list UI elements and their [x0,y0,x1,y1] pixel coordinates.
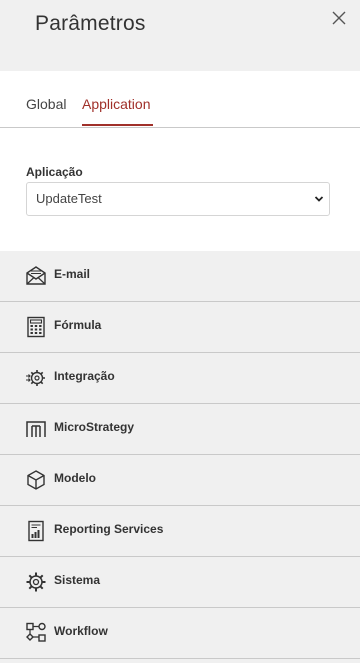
microstrategy-icon [26,421,46,437]
integration-gear-icon [26,370,45,386]
menu-item-email[interactable]: E-mail [0,251,360,302]
calculator-icon [27,316,45,338]
menu-item-microstrategy[interactable]: MicroStrategy [0,404,360,455]
menu-item-label: Sistema [54,573,101,587]
menu-item-formula[interactable]: Fórmula [0,302,360,353]
page-title: Parâmetros [35,12,146,35]
gear-icon [26,572,46,592]
application-select[interactable]: UpdateTest [26,182,330,216]
menu-item-system[interactable]: Sistema [0,557,360,608]
workflow-icon [26,622,46,642]
menu-item-label: Fórmula [54,318,102,332]
tab-application[interactable]: Application [82,96,151,112]
tab-global[interactable]: Global [26,96,66,112]
close-icon[interactable] [330,9,348,27]
report-icon [28,520,44,542]
menu-item-label: Modelo [54,471,96,485]
menu-item-workflow[interactable]: Workflow [0,608,360,659]
application-label: Aplicação [26,165,83,179]
tab-bar: Global Application [0,71,360,128]
settings-menu: E-mail Fórmula Integração MicroStrategy [0,251,360,659]
menu-item-label: Reporting Services [54,522,164,536]
panel-header: Parâmetros [0,0,360,71]
application-select-value: UpdateTest [36,191,102,206]
menu-item-label: MicroStrategy [54,420,135,434]
menu-item-label: E-mail [54,267,91,281]
settings-panel: Global Application Aplicação UpdateTest [0,71,360,251]
cube-icon [27,470,45,490]
menu-item-label: Workflow [54,624,108,638]
menu-item-label: Integração [54,369,115,383]
menu-item-integration[interactable]: Integração [0,353,360,404]
menu-item-model[interactable]: Modelo [0,455,360,506]
chevron-down-icon [314,196,324,202]
menu-item-reporting-services[interactable]: Reporting Services [0,506,360,557]
active-tab-indicator [82,124,153,126]
email-icon [26,266,46,285]
